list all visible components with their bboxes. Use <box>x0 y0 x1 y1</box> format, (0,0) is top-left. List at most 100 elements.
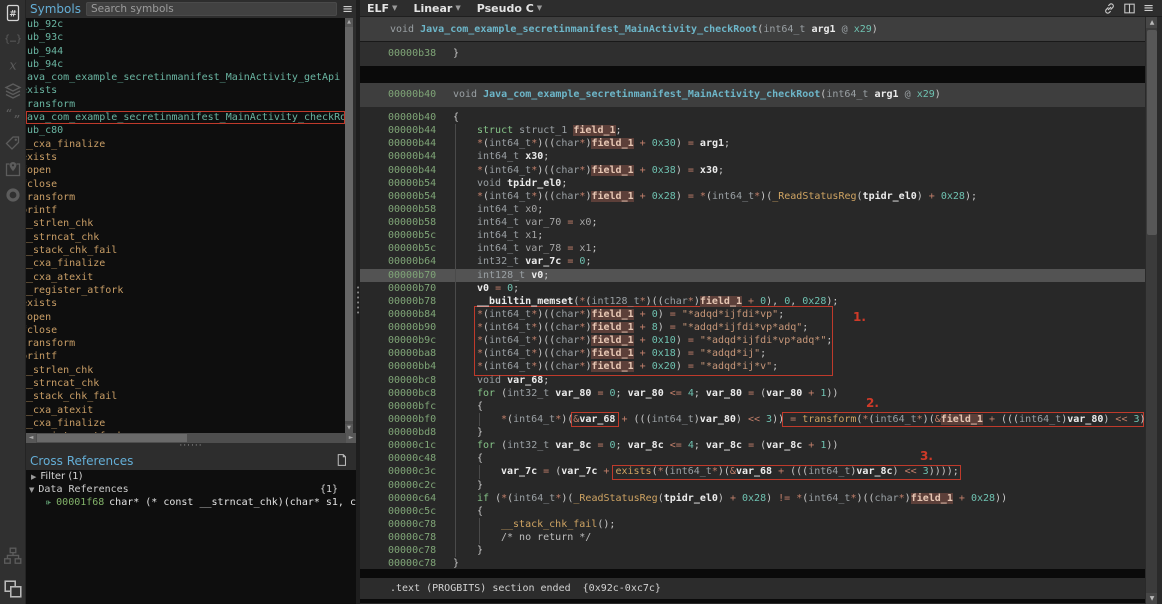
braces-icon[interactable]: {…} <box>0 26 26 52</box>
code-line[interactable]: 00000b54*(int64_t*)((char*)field_1 + 0x2… <box>360 190 1145 203</box>
target-icon[interactable] <box>0 182 26 208</box>
code-line[interactable]: 00000b70v0 = 0; <box>360 282 1145 295</box>
code-line[interactable]: 00000ba8*(int64_t*)((char*)field_1 + 0x1… <box>360 347 1145 360</box>
layers-icon[interactable] <box>0 78 26 104</box>
code-line[interactable]: 00000b78__builtin_memset(*(int128_t*)((c… <box>360 295 1145 308</box>
code-line[interactable]: 00000b54void tpidr_el0; <box>360 177 1145 190</box>
scroll-left-icon[interactable]: ◄ <box>26 433 36 443</box>
scroll-down-icon[interactable]: ▼ <box>345 424 353 433</box>
map-icon[interactable] <box>0 156 26 182</box>
symbol-item[interactable]: __strncat_chk <box>26 377 345 390</box>
code-line[interactable]: 00000b84*(int64_t*)((char*)field_1 + 0) … <box>360 308 1145 321</box>
code-line[interactable]: 00000bc8for (int32_t var_80 = 0; var_80 … <box>360 387 1145 400</box>
symbol-item[interactable]: __strlen_chk <box>26 364 345 377</box>
symbol-item[interactable]: __cxa_atexit <box>26 404 345 417</box>
code-line[interactable]: 00000b58int64_t x0; <box>360 203 1145 216</box>
code-line[interactable]: 00000c78/* no return */ <box>360 531 1145 544</box>
xref-entry[interactable]: 00001f68char* (* const __strncat_chk)(ch… <box>26 496 356 509</box>
symbol-item[interactable]: fopen <box>26 311 345 324</box>
symbol-item[interactable]: fopen <box>26 164 345 177</box>
tag-icon[interactable] <box>0 130 26 156</box>
symbol-item[interactable]: sub_92c <box>26 18 345 31</box>
function-header-line[interactable]: 00000b40void Java_com_example_secretinma… <box>360 83 1145 107</box>
code-line[interactable]: 00000c78__stack_chk_fail(); <box>360 518 1145 531</box>
symbol-item[interactable]: __register_atfork <box>26 284 345 297</box>
symbols-search-input[interactable] <box>86 2 337 16</box>
symbol-item[interactable]: __cxa_finalize <box>26 417 345 430</box>
symbol-item[interactable]: sub_94c <box>26 58 345 71</box>
code-line[interactable]: 00000b9c*(int64_t*)((char*)field_1 + 0x1… <box>360 334 1145 347</box>
variables-icon[interactable]: x <box>0 52 26 78</box>
symbol-item[interactable]: __stack_chk_fail <box>26 390 345 403</box>
panel-splitter-handle[interactable]: ······ <box>26 443 356 452</box>
code-line[interactable]: 00000b44*(int64_t*)((char*)field_1 + 0x3… <box>360 164 1145 177</box>
code-line[interactable]: 00000b40{ <box>360 111 1145 124</box>
symbols-document-icon[interactable]: # <box>0 0 26 26</box>
code-line[interactable]: 00000c3cvar_7c = (var_7c + exists(*(int6… <box>360 465 1145 478</box>
code-line[interactable]: 00000bf0*(int64_t*)(&var_68 + (((int64_t… <box>360 413 1145 426</box>
new-document-icon[interactable] <box>335 452 348 471</box>
symbol-item[interactable]: Java_com_example_secretinmanifest_MainAc… <box>26 71 345 84</box>
code-line[interactable]: 00000b64int32_t var_7c = 0; <box>360 255 1145 268</box>
hierarchy-icon[interactable] <box>0 543 26 569</box>
scroll-right-icon[interactable]: ► <box>346 433 356 443</box>
symbol-item[interactable]: sub_944 <box>26 45 345 58</box>
code-line[interactable]: 00000bd8} <box>360 426 1145 439</box>
symbol-item[interactable]: sub_c80 <box>26 124 345 137</box>
main-vertical-scrollbar[interactable]: ▲ ▼ <box>1145 17 1157 604</box>
code-line[interactable]: 00000bfc{ <box>360 400 1145 413</box>
symbol-item[interactable]: transform <box>26 337 345 350</box>
code-line[interactable]: 00000b58int64_t var_70 = x0; <box>360 216 1145 229</box>
windows-icon[interactable] <box>0 576 26 602</box>
code-line[interactable]: 00000bc8void var_68; <box>360 374 1145 387</box>
xrefs-filter-row[interactable]: ▶ Filter (1) <box>26 470 356 483</box>
scrollbar-thumb[interactable] <box>1147 30 1157 235</box>
symbol-item[interactable]: fclose <box>26 324 345 337</box>
code-line[interactable]: 00000b44int64_t x30; <box>360 150 1145 163</box>
code-line[interactable]: 00000b70int128_t v0; <box>360 269 1145 282</box>
xrefs-group-row[interactable]: ▼ Data References {1} <box>26 483 356 496</box>
symbol-item[interactable]: __strlen_chk <box>26 217 345 230</box>
symbol-item[interactable]: printf <box>26 204 345 217</box>
symbol-item[interactable]: __stack_chk_fail <box>26 244 345 257</box>
code-line[interactable]: 00000c78} <box>360 557 1145 569</box>
tab-il-level[interactable]: Pseudo C ▼ <box>477 2 542 15</box>
code-line[interactable]: 00000c48{ <box>360 452 1145 465</box>
link-icon[interactable] <box>1103 2 1116 15</box>
code-line[interactable]: 00000b5cint64_t var_78 = x1; <box>360 242 1145 255</box>
previous-function-end-line[interactable]: 00000b38} <box>360 42 1145 66</box>
strings-icon[interactable]: “” <box>0 104 26 130</box>
code-line[interactable]: 00000b44struct struct_1 field_1; <box>360 124 1145 137</box>
symbol-item[interactable]: __strncat_chk <box>26 231 345 244</box>
symbol-item[interactable]: __cxa_finalize <box>26 257 345 270</box>
tab-file-format[interactable]: ELF ▼ <box>367 2 397 15</box>
symbol-item[interactable]: Java_com_example_secretinmanifest_MainAc… <box>26 111 345 124</box>
symbol-item[interactable]: exists <box>26 84 345 97</box>
symbol-item[interactable]: exists <box>26 151 345 164</box>
symbol-item[interactable]: exists <box>26 297 345 310</box>
symbol-item[interactable]: __cxa_atexit <box>26 271 345 284</box>
code-line[interactable]: 00000b44*(int64_t*)((char*)field_1 + 0x3… <box>360 137 1145 150</box>
symbol-item[interactable]: sub_93c <box>26 31 345 44</box>
split-view-icon[interactable] <box>1123 2 1136 15</box>
symbol-item[interactable]: transform <box>26 191 345 204</box>
symbol-item[interactable]: __cxa_finalize <box>26 138 345 151</box>
code-line[interactable]: 00000c64if (*(int64_t*)(_ReadStatusReg(t… <box>360 492 1145 505</box>
code-line[interactable]: 00000bb4*(int64_t*)((char*)field_1 + 0x2… <box>360 360 1145 373</box>
symbols-vertical-scrollbar[interactable]: ▲ ▼ <box>345 18 353 433</box>
tab-view-mode[interactable]: Linear ▼ <box>413 2 460 15</box>
symbol-item[interactable]: transform <box>26 98 345 111</box>
view-menu-icon[interactable]: ≡ <box>1143 2 1154 15</box>
code-line[interactable]: 00000c1cfor (int32_t var_8c = 0; var_8c … <box>360 439 1145 452</box>
symbol-item[interactable]: fclose <box>26 178 345 191</box>
scroll-up-icon[interactable]: ▲ <box>345 18 353 27</box>
code-line[interactable]: 00000b5cint64_t x1; <box>360 229 1145 242</box>
symbol-item[interactable]: printf <box>26 350 345 363</box>
scrollbar-thumb[interactable] <box>345 27 353 421</box>
code-line[interactable]: 00000b90*(int64_t*)((char*)field_1 + 8) … <box>360 321 1145 334</box>
scrollbar-thumb[interactable] <box>37 434 187 442</box>
code-line[interactable]: 00000c78} <box>360 544 1145 557</box>
code-line[interactable]: 00000c5c{ <box>360 505 1145 518</box>
code-line[interactable]: 00000c2c} <box>360 479 1145 492</box>
symbols-menu-icon[interactable]: ≡ <box>342 3 353 16</box>
